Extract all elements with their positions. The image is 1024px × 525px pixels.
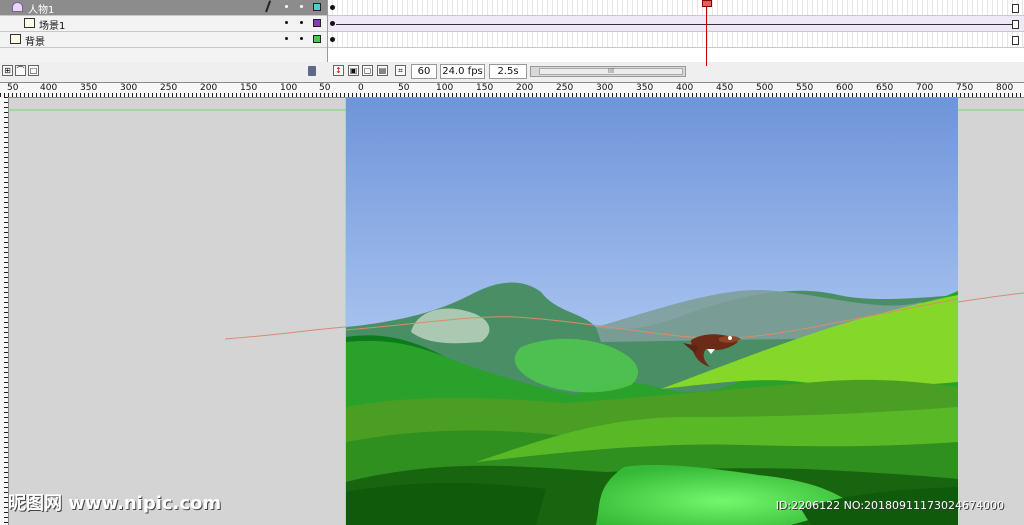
ruler-label: 600	[836, 83, 854, 93]
layer-name: 背景	[25, 37, 45, 48]
onion-skin-icon[interactable]: ▣	[348, 65, 359, 76]
ruler-label: 550	[796, 83, 814, 93]
end-frame-marker[interactable]	[1012, 20, 1019, 29]
ruler-label: 250	[556, 83, 574, 93]
work-area[interactable]: 昵图网 www.nipic.com ID:2206122 NO:20180911…	[0, 97, 1024, 525]
layer-icon	[24, 18, 35, 28]
layer-row-background[interactable]: 背景	[0, 32, 327, 48]
ruler-label: 50	[7, 83, 19, 93]
keyframe-marker[interactable]	[330, 21, 335, 26]
edit-multiple-frames-icon[interactable]: ▤	[377, 65, 388, 76]
layer-icon	[10, 34, 21, 44]
modify-onion-markers-icon[interactable]: ⌗	[395, 65, 406, 76]
lock-dot-icon[interactable]	[300, 37, 303, 40]
image-id-watermark: ID:2206122 NO:20180911173024674000	[775, 499, 1004, 512]
ruler-label: 400	[40, 83, 58, 93]
ruler-label: 500	[756, 83, 774, 93]
trash-icon[interactable]	[308, 66, 316, 76]
frame-rate-field[interactable]: 24.0 fps	[440, 64, 485, 79]
top-ruler: 50 400 350 300 250 200 150 100 50 0 50 1…	[0, 83, 1024, 98]
layer-color-swatch[interactable]	[313, 35, 321, 43]
end-frame-marker[interactable]	[1012, 36, 1019, 45]
lock-dot-icon[interactable]	[300, 5, 303, 8]
timeline-toolbar: ⊞ ⌒ □ ↕ ▣ ▢ ▤ ⌗ 60 24.0 fps 2.5s III	[0, 62, 1024, 83]
frame-row-person[interactable]	[328, 0, 1024, 16]
ruler-label: 150	[240, 83, 258, 93]
keyframe-marker[interactable]	[330, 37, 335, 42]
guide-layer-icon	[12, 2, 23, 12]
ruler-label: 50	[319, 83, 331, 93]
ruler-label: 650	[876, 83, 894, 93]
site-watermark: 昵图网 www.nipic.com	[8, 493, 222, 514]
playhead[interactable]	[702, 0, 712, 66]
ruler-label: 0	[358, 83, 364, 93]
center-frame-icon[interactable]: ↕	[333, 65, 344, 76]
frame-grid[interactable]	[328, 0, 1024, 62]
stage[interactable]	[346, 97, 958, 525]
frame-row-background[interactable]	[328, 32, 1024, 48]
ruler-label: 350	[636, 83, 654, 93]
timeline-panel: 人物1 场景1 背景	[0, 0, 1024, 66]
scroll-thumb[interactable]: III	[539, 68, 683, 75]
layer-color-swatch[interactable]	[313, 3, 321, 11]
ruler-label: 250	[160, 83, 178, 93]
timeline-scrollbar[interactable]: III	[530, 66, 686, 77]
new-folder-icon[interactable]: □	[28, 65, 39, 76]
ruler-label: 100	[280, 83, 298, 93]
end-frame-marker[interactable]	[1012, 4, 1019, 13]
ruler-label: 450	[716, 83, 734, 93]
ruler-label: 200	[200, 83, 218, 93]
lock-dot-icon[interactable]	[300, 21, 303, 24]
onion-outline-icon[interactable]: ▢	[362, 65, 373, 76]
ruler-label: 150	[476, 83, 494, 93]
new-layer-icon[interactable]: ⊞	[2, 65, 13, 76]
keyframe-marker[interactable]	[330, 5, 335, 10]
elapsed-time-field[interactable]: 2.5s	[489, 64, 527, 79]
ruler-label: 750	[956, 83, 974, 93]
motion-guide-icon[interactable]: ⌒	[15, 65, 26, 76]
layer-row-scene[interactable]: 场景1	[0, 16, 327, 32]
visibility-dot-icon[interactable]	[285, 21, 288, 24]
ruler-label: 100	[436, 83, 454, 93]
ruler-label: 400	[676, 83, 694, 93]
visibility-dot-icon[interactable]	[285, 5, 288, 8]
layer-name: 人物1	[28, 5, 55, 16]
motion-tween-line	[336, 24, 1014, 25]
visibility-dot-icon[interactable]	[285, 37, 288, 40]
ruler-label: 200	[516, 83, 534, 93]
frame-row-scene[interactable]	[328, 16, 1024, 32]
ruler-label: 350	[80, 83, 98, 93]
ruler-label: 800	[996, 83, 1014, 93]
ruler-label: 300	[596, 83, 614, 93]
layer-list: 人物1 场景1 背景	[0, 0, 328, 62]
ruler-label: 300	[120, 83, 138, 93]
layer-row-person[interactable]: 人物1	[0, 0, 327, 16]
current-frame-field[interactable]: 60	[411, 64, 437, 79]
pencil-icon	[265, 0, 275, 14]
layer-color-swatch[interactable]	[313, 19, 321, 27]
ruler-label: 700	[916, 83, 934, 93]
ruler-label: 50	[398, 83, 410, 93]
layer-name: 场景1	[39, 21, 66, 32]
landscape-scene	[346, 97, 958, 525]
